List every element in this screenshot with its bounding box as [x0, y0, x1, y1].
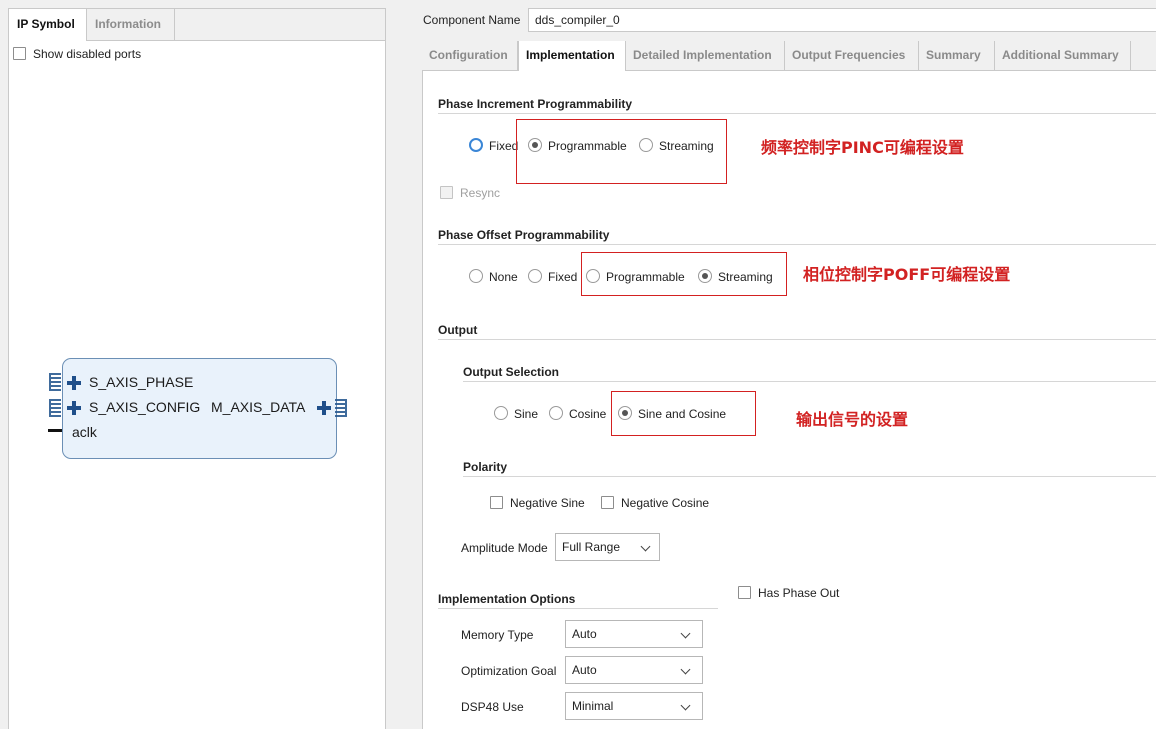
component-name-label: Component Name [423, 13, 521, 27]
clock-wire [48, 429, 62, 432]
highlight-box-poff [581, 252, 787, 296]
has-phase-out-checkbox[interactable] [738, 586, 751, 599]
show-disabled-ports-checkbox[interactable] [13, 47, 26, 60]
memory-type-label: Memory Type [461, 628, 534, 642]
chevron-down-icon [680, 628, 691, 639]
section-divider [463, 476, 1156, 477]
poff-fixed-radio[interactable] [528, 269, 542, 283]
bus-interface-icon [335, 399, 347, 417]
poff-fixed-label: Fixed [548, 270, 578, 284]
poff-none-radio[interactable] [469, 269, 483, 283]
optimization-goal-select[interactable]: Auto [565, 656, 703, 684]
annotation-output: 输出信号的设置 [796, 410, 909, 429]
expand-plus-icon[interactable] [67, 376, 81, 390]
section-divider [438, 244, 1156, 245]
section-divider [463, 381, 1156, 382]
dsp48-use-value: Minimal [572, 699, 614, 713]
amplitude-mode-select[interactable]: Full Range [555, 533, 660, 561]
bus-interface-icon [49, 399, 61, 417]
output-cosine-label: Cosine [569, 407, 607, 421]
output-selection-title: Output Selection [463, 365, 559, 379]
config-tab-bar: Configuration Implementation Detailed Im… [422, 41, 1156, 72]
tab-additional-summary[interactable]: Additional Summary [995, 41, 1131, 71]
output-cosine-radio[interactable] [549, 406, 563, 420]
left-tab-bar: IP Symbol Information [9, 9, 385, 41]
has-phase-out-label: Has Phase Out [758, 586, 840, 600]
highlight-box-output [611, 391, 756, 436]
negative-sine-label: Negative Sine [510, 496, 585, 510]
expand-plus-icon[interactable] [67, 401, 81, 415]
annotation-poff: 相位控制字POFF可编程设置 [803, 265, 1011, 284]
tab-ip-symbol[interactable]: IP Symbol [9, 9, 87, 41]
polarity-title: Polarity [463, 460, 508, 474]
resync-label: Resync [460, 186, 501, 200]
port-s-axis-phase[interactable]: S_AXIS_PHASE [89, 374, 193, 390]
implementation-content: Phase Increment Programmability Fixed Pr… [422, 71, 1156, 729]
phase-offset-title: Phase Offset Programmability [438, 228, 610, 242]
expand-plus-icon[interactable] [317, 401, 331, 415]
poff-none-label: None [489, 270, 518, 284]
highlight-box-pinc [516, 119, 727, 184]
configuration-area: Component Name dds_compiler_0 Configurat… [387, 0, 1156, 729]
pinc-fixed-radio[interactable] [469, 138, 483, 152]
phase-increment-title: Phase Increment Programmability [438, 97, 633, 111]
section-divider [438, 113, 1156, 114]
memory-type-select[interactable]: Auto [565, 620, 703, 648]
bus-interface-icon [49, 373, 61, 391]
negative-cosine-checkbox[interactable] [601, 496, 614, 509]
negative-sine-checkbox[interactable] [490, 496, 503, 509]
annotation-pinc: 频率控制字PINC可编程设置 [761, 138, 964, 157]
resync-checkbox[interactable] [440, 186, 453, 199]
optimization-goal-value: Auto [572, 663, 597, 677]
pinc-fixed-label: Fixed [489, 139, 519, 153]
tab-summary[interactable]: Summary [919, 41, 995, 71]
negative-cosine-label: Negative Cosine [621, 496, 710, 510]
tab-implementation[interactable]: Implementation [518, 41, 626, 72]
chevron-down-icon [680, 664, 691, 675]
ip-symbol-panel: IP Symbol Information Show disabled port… [8, 8, 386, 729]
implementation-options-title: Implementation Options [438, 592, 576, 606]
port-m-axis-data[interactable]: M_AXIS_DATA [211, 399, 305, 415]
section-divider [438, 339, 1156, 340]
show-disabled-ports-label: Show disabled ports [33, 47, 142, 61]
port-s-axis-config[interactable]: S_AXIS_CONFIG [89, 399, 200, 415]
tab-configuration[interactable]: Configuration [422, 41, 518, 71]
section-divider [438, 608, 718, 609]
tab-information[interactable]: Information [87, 9, 175, 40]
amplitude-mode-label: Amplitude Mode [461, 541, 548, 555]
amplitude-mode-value: Full Range [562, 540, 621, 554]
dsp48-use-label: DSP48 Use [461, 700, 524, 714]
output-title: Output [438, 323, 478, 337]
output-sine-radio[interactable] [494, 406, 508, 420]
tab-output-frequencies[interactable]: Output Frequencies [785, 41, 919, 71]
chevron-down-icon [640, 541, 651, 552]
dsp48-use-select[interactable]: Minimal [565, 692, 703, 720]
optimization-goal-label: Optimization Goal [461, 664, 557, 678]
port-aclk[interactable]: aclk [72, 424, 97, 440]
component-name-input[interactable]: dds_compiler_0 [528, 8, 1156, 32]
chevron-down-icon [680, 700, 691, 711]
tab-detailed-implementation[interactable]: Detailed Implementation [626, 41, 785, 71]
output-sine-label: Sine [514, 407, 539, 421]
ip-block-dds-compiler[interactable]: S_AXIS_PHASE S_AXIS_CONFIG aclk M_AXIS_D… [62, 358, 337, 459]
memory-type-value: Auto [572, 627, 597, 641]
